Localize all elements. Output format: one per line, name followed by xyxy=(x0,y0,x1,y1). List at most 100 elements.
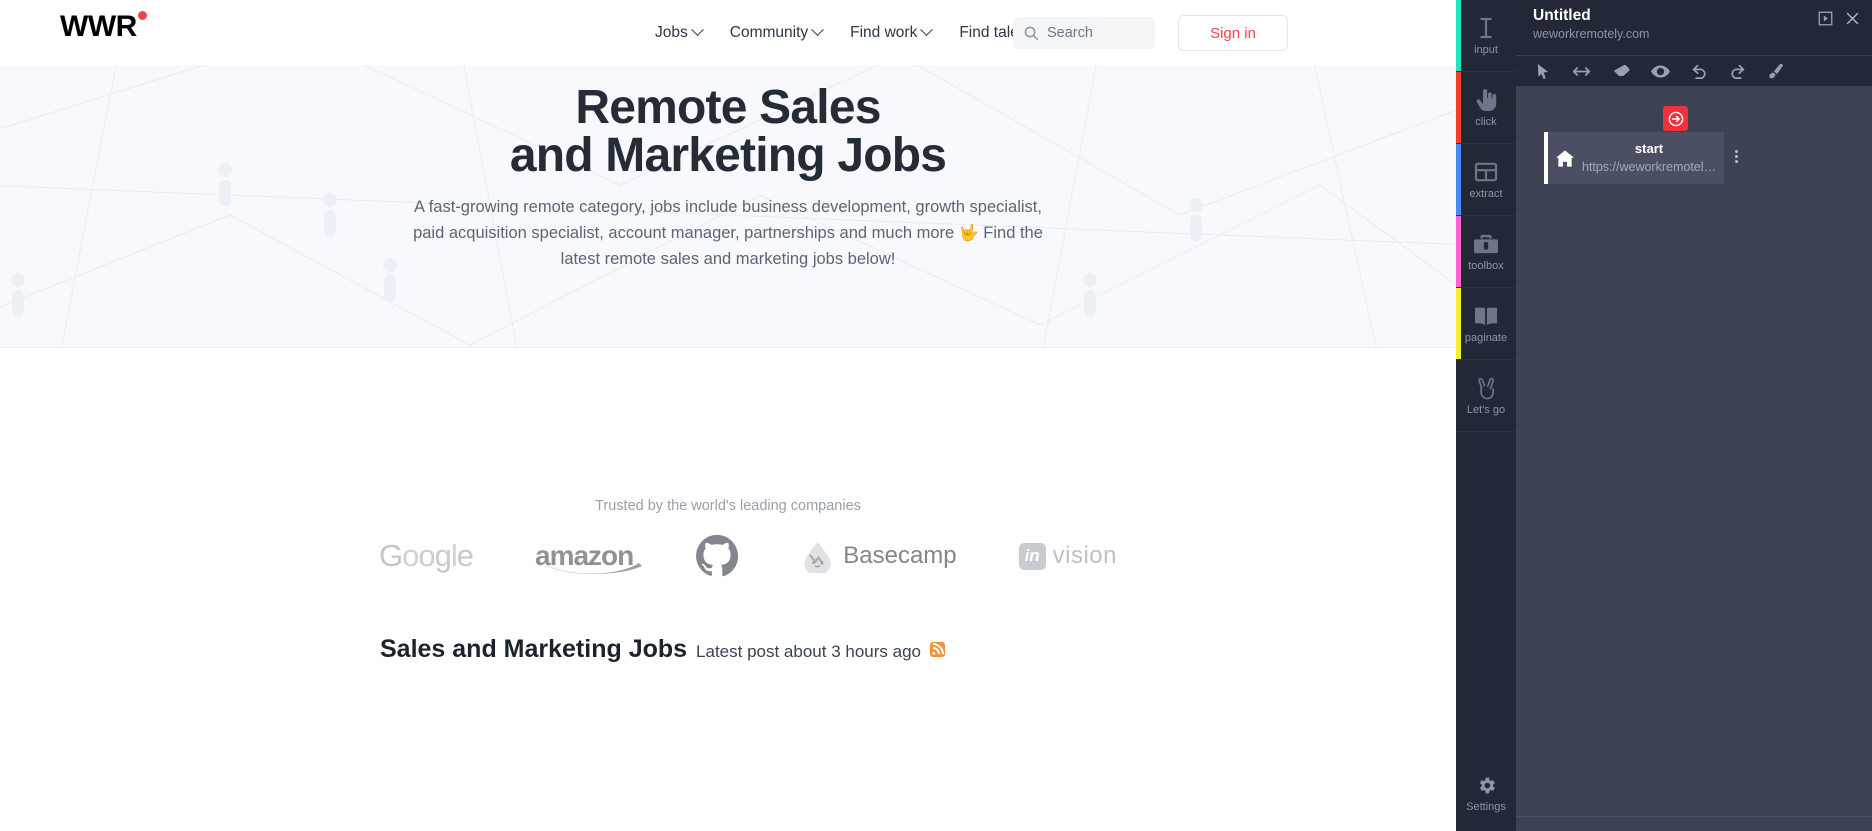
google-letter: g xyxy=(434,538,452,573)
rail-item-label: Let's go xyxy=(1466,404,1506,416)
rail-item-label: extract xyxy=(1469,188,1503,200)
panel-header: Untitled weworkremotely.com xyxy=(1516,0,1872,55)
undo-icon[interactable] xyxy=(1691,64,1708,79)
workflow-node-start[interactable]: start https://weworkremotel… xyxy=(1544,132,1738,184)
panel-url: weworkremotely.com xyxy=(1533,26,1650,41)
arrow-right-circle-icon[interactable] xyxy=(1663,106,1688,131)
rail-item-input[interactable]: input xyxy=(1456,0,1516,72)
automation-extension-panel: input click extract toolbox paginate Let… xyxy=(1456,0,1872,831)
rail-item-label: click xyxy=(1475,116,1497,128)
nav-links: Jobs Community Find work Find talent xyxy=(655,0,1048,65)
jobs-section-header: Sales and Marketing Jobs Latest post abo… xyxy=(0,635,1456,664)
horizontal-resize-icon[interactable] xyxy=(1572,65,1591,78)
hero-content: Remote Sales and Marketing Jobs A fast-g… xyxy=(0,65,1456,272)
panel-header-actions xyxy=(1818,11,1860,31)
workflow-panel: Untitled weworkremotely.com start https:… xyxy=(1516,0,1872,831)
search-placeholder: Search xyxy=(1047,25,1093,41)
victory-hand-icon xyxy=(1475,375,1497,401)
google-letter: o xyxy=(402,538,419,573)
rail-item-label: input xyxy=(1474,44,1498,56)
rail-item-paginate[interactable]: paginate xyxy=(1456,288,1516,360)
rail-item-lets-go[interactable]: Let's go xyxy=(1456,360,1516,432)
rail-stripe-paginate xyxy=(1456,288,1461,359)
github-octocat-icon xyxy=(696,534,739,577)
panel-footer-divider xyxy=(1516,816,1872,817)
workflow-node-url: https://weworkremotel… xyxy=(1581,160,1717,174)
rail-item-label: toolbox xyxy=(1468,260,1504,272)
text-cursor-icon xyxy=(1476,15,1496,41)
chevron-down-icon xyxy=(920,23,934,37)
chevron-down-icon xyxy=(690,23,704,37)
rail-item-click[interactable]: click xyxy=(1456,72,1516,144)
rail-stripe-input xyxy=(1456,0,1461,71)
tool-rail: input click extract toolbox paginate Let… xyxy=(1456,0,1516,831)
site-navbar: WWR Jobs Community Find work Find talent xyxy=(0,0,1456,65)
play-box-icon[interactable] xyxy=(1818,11,1833,31)
home-icon xyxy=(1548,149,1580,167)
sign-in-label: Sign in xyxy=(1210,24,1256,42)
rail-item-toolbox[interactable]: toolbox xyxy=(1456,216,1516,288)
amazon-logo: amazon xyxy=(535,540,642,574)
hero-subtitle: A fast-growing remote category, jobs inc… xyxy=(398,194,1058,272)
sign-in-button[interactable]: Sign in xyxy=(1178,15,1288,51)
hero-title-line-2: and Marketing Jobs xyxy=(509,129,947,182)
site-logo[interactable]: WWR xyxy=(60,10,147,43)
eraser-icon[interactable] xyxy=(1612,64,1630,79)
search-icon xyxy=(1024,26,1039,41)
google-logo: Google xyxy=(378,538,474,574)
panel-toolbar xyxy=(1516,55,1872,86)
toolbox-icon xyxy=(1473,231,1499,257)
invision-mark-icon: in xyxy=(1018,542,1046,570)
jobs-latest-post: Latest post about 3 hours ago xyxy=(696,642,921,661)
hero-title-line-1: Remote Sales xyxy=(575,81,881,134)
rail-item-label: paginate xyxy=(1464,332,1508,344)
nav-item-jobs[interactable]: Jobs xyxy=(655,23,704,42)
rail-item-extract[interactable]: extract xyxy=(1456,144,1516,216)
google-letter: o xyxy=(418,538,435,573)
nav-item-label: Find work xyxy=(850,23,918,41)
open-book-icon xyxy=(1473,303,1499,329)
rail-stripe-extract xyxy=(1456,144,1461,215)
basecamp-logo: Basecamp xyxy=(801,540,957,573)
gear-icon xyxy=(1476,772,1497,798)
rail-stripe-click xyxy=(1456,72,1461,143)
nav-item-label: Community xyxy=(729,23,809,41)
nav-item-find-work[interactable]: Find work xyxy=(850,23,934,42)
invision-logo: in vision xyxy=(1018,542,1117,570)
eye-icon[interactable] xyxy=(1651,64,1670,78)
settings-button[interactable]: Settings xyxy=(1456,772,1516,813)
workflow-canvas[interactable]: start https://weworkremotel… xyxy=(1516,86,1872,831)
page-title: Remote Sales and Marketing Jobs xyxy=(0,84,1456,180)
panel-title: Untitled xyxy=(1533,7,1591,24)
search-input[interactable]: Search xyxy=(1013,17,1155,49)
trusted-section: Trusted by the world's leading companies… xyxy=(0,348,1456,578)
google-letter: G xyxy=(378,538,403,573)
github-logo xyxy=(695,534,739,578)
cursor-arrow-icon[interactable] xyxy=(1536,63,1551,80)
chevron-down-icon xyxy=(811,23,825,37)
rail-stripe-toolbox xyxy=(1456,216,1461,287)
paint-brush-icon[interactable] xyxy=(1767,63,1784,80)
rock-on-emoji-icon: 🤟 xyxy=(958,225,979,243)
nav-item-community[interactable]: Community xyxy=(729,23,825,42)
hero-subtitle-part-1: A fast-growing remote category, jobs inc… xyxy=(413,198,1042,243)
workflow-node-label: start xyxy=(1634,141,1664,156)
kebab-menu-icon[interactable] xyxy=(1735,150,1738,163)
rss-icon[interactable] xyxy=(930,642,945,657)
hero-section: Remote Sales and Marketing Jobs A fast-g… xyxy=(0,65,1456,348)
settings-label: Settings xyxy=(1466,801,1506,813)
redo-icon[interactable] xyxy=(1729,64,1746,79)
google-letter: e xyxy=(456,538,474,573)
amazon-swoosh-icon xyxy=(543,563,642,574)
basecamp-wordmark: Basecamp xyxy=(843,542,957,569)
basecamp-mark-icon xyxy=(804,541,832,573)
pointing-hand-icon xyxy=(1475,87,1497,113)
workflow-node-text: start https://weworkremotel… xyxy=(1580,140,1724,176)
nav-item-label: Jobs xyxy=(655,23,688,41)
close-icon[interactable] xyxy=(1845,11,1860,31)
invision-wordmark: vision xyxy=(1052,542,1117,569)
trusted-label: Trusted by the world's leading companies xyxy=(595,498,861,514)
site-logo-text: WWR xyxy=(60,10,137,43)
company-logos: Google amazon Basecamp in vision xyxy=(0,534,1456,578)
logo-dot-icon xyxy=(137,11,147,20)
